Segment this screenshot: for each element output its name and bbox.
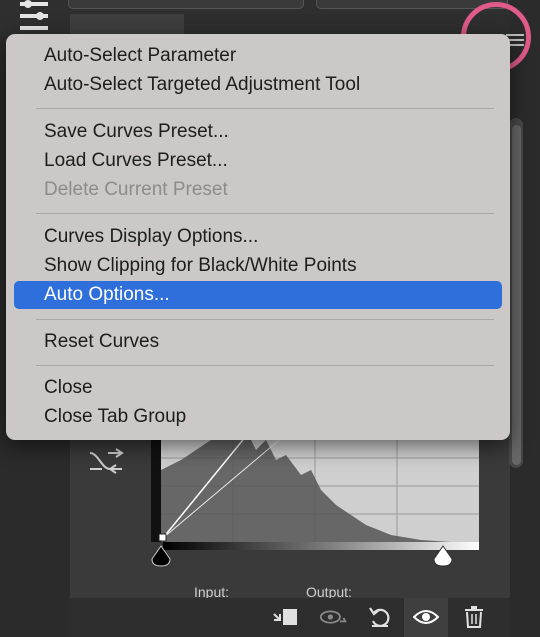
- on-image-adjust-icon[interactable]: [88, 447, 124, 475]
- menu-separator: [36, 108, 494, 109]
- curve-point: [158, 533, 167, 542]
- menu-separator: [36, 213, 494, 214]
- black-point-slider[interactable]: [151, 545, 171, 567]
- panel-flyout-menu: Auto-Select Parameter Auto-Select Target…: [6, 34, 510, 440]
- menu-separator: [36, 319, 494, 320]
- menu-item-curves-display-options[interactable]: Curves Display Options...: [14, 223, 502, 251]
- eye-icon[interactable]: [412, 603, 440, 631]
- menu-item-close[interactable]: Close: [14, 374, 502, 402]
- menu-item-auto-options[interactable]: Auto Options...: [14, 281, 502, 309]
- clip-to-layer-icon[interactable]: [272, 603, 300, 631]
- reset-icon[interactable]: [366, 603, 394, 631]
- menu-item-auto-select-targeted-adjustment-tool[interactable]: Auto-Select Targeted Adjustment Tool: [14, 71, 502, 99]
- menu-item-show-clipping[interactable]: Show Clipping for Black/White Points: [14, 252, 502, 280]
- trash-icon[interactable]: [460, 603, 488, 631]
- menu-item-auto-select-parameter[interactable]: Auto-Select Parameter: [14, 42, 502, 70]
- white-point-slider[interactable]: [433, 545, 453, 567]
- menu-item-delete-current-preset: Delete Current Preset: [44, 179, 228, 200]
- scrollbar-thumb[interactable]: [512, 125, 521, 465]
- menu-item-save-curves-preset[interactable]: Save Curves Preset...: [14, 118, 502, 146]
- curves-graph[interactable]: [151, 430, 479, 542]
- menu-separator: [36, 365, 494, 366]
- properties-panel-icon[interactable]: [16, 0, 56, 34]
- menu-item-close-tab-group[interactable]: Close Tab Group: [14, 403, 502, 431]
- top-field-left: [68, 0, 304, 9]
- output-gradient: [163, 542, 479, 550]
- view-previous-icon[interactable]: [319, 603, 347, 631]
- menu-item-load-curves-preset[interactable]: Load Curves Preset...: [14, 147, 502, 175]
- menu-item-reset-curves[interactable]: Reset Curves: [14, 328, 502, 356]
